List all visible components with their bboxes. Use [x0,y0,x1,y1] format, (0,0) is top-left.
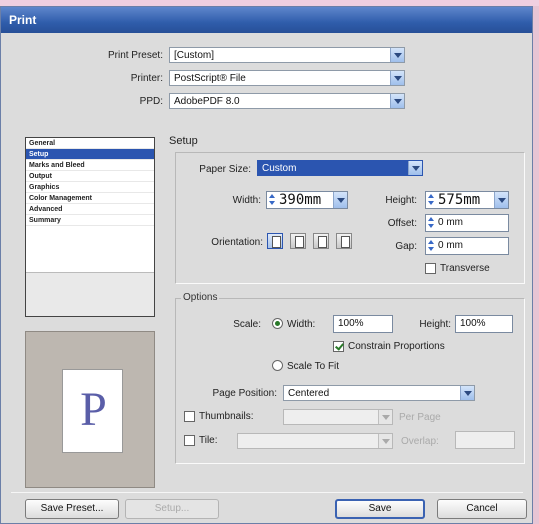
setup-section-title: Setup [169,135,198,147]
gap-value: 0 mm [438,240,463,251]
stepper-arrows-icon[interactable] [268,193,277,207]
scale-to-fit-label: Scale To Fit [287,361,340,372]
scale-width-radio[interactable] [272,318,283,329]
scale-width-input[interactable]: 100% [333,315,393,333]
category-item-general[interactable]: General [26,138,154,149]
category-item-graphics[interactable]: Graphics [26,182,154,193]
landscape-orientation-icon[interactable] [290,233,306,249]
stepper-arrows-icon[interactable] [427,239,436,253]
category-item-marks-and-bleed[interactable]: Marks and Bleed [26,160,154,171]
paper-size-value: Custom [262,163,297,174]
print-dialog: Print Print Preset: [Custom] Printer: Po… [0,6,533,524]
print-preset-dropdown[interactable]: [Custom] [169,47,405,63]
thumbnails-checkbox[interactable] [184,411,195,422]
constrain-proportions-checkbox[interactable] [333,341,344,352]
category-item-setup[interactable]: Setup [26,149,154,160]
portrait-orientation-icon[interactable] [267,233,283,249]
transverse-label: Transverse [440,263,490,274]
orientation-label: Orientation: [211,237,263,248]
thumbnails-label: Thumbnails: [199,411,254,422]
category-list: General Setup Marks and Bleed Output Gra… [25,137,155,317]
stepper-arrows-icon[interactable] [427,193,436,207]
chevron-down-icon [408,161,422,175]
printer-dropdown[interactable]: PostScript® File [169,70,405,86]
preview-letter: P [80,383,107,436]
scale-height-input[interactable]: 100% [455,315,513,333]
chevron-down-icon [378,434,392,448]
gap-stepper[interactable]: 0 mm [425,237,509,255]
preview-page: P [62,369,123,453]
print-preset-label: Print Preset: [107,50,163,61]
chevron-down-icon [390,48,404,62]
height-value: 575mm [438,192,481,208]
tile-mode-dropdown[interactable] [237,433,393,449]
printer-value: PostScript® File [174,73,246,84]
offset-label: Offset: [387,218,417,229]
ppd-value: AdobePDF 8.0 [174,96,240,107]
chevron-down-icon[interactable] [333,192,347,208]
save-button[interactable]: Save [335,499,425,519]
chevron-down-icon [460,386,474,400]
printer-label: Printer: [130,73,163,84]
scale-width-radio-label: Width: [287,319,316,330]
gap-label: Gap: [395,241,417,252]
offset-stepper[interactable]: 0 mm [425,214,509,232]
setup-button[interactable]: Setup... [125,499,219,519]
transverse-checkbox[interactable] [425,263,436,274]
category-item-summary[interactable]: Summary [26,215,154,226]
per-page-label: Per Page [399,412,441,423]
paper-size-dropdown[interactable]: Custom [257,160,423,176]
scale-to-fit-radio[interactable] [272,360,283,371]
ppd-label: PPD: [139,96,163,107]
category-item-output[interactable]: Output [26,171,154,182]
scale-height-label: Height: [419,319,451,330]
print-preview: P [25,331,155,488]
bottom-divider [11,492,523,493]
stepper-arrows-icon[interactable] [427,216,436,230]
options-section-title: Options [181,292,220,303]
page-position-label: Page Position: [212,388,278,399]
category-item-color-management[interactable]: Color Management [26,193,154,204]
dialog-title: Print [1,7,532,33]
width-label: Width: [232,195,261,206]
overlap-input[interactable] [455,431,515,449]
print-preset-value: [Custom] [174,50,215,61]
tile-label: Tile: [199,435,218,446]
reverse-portrait-orientation-icon[interactable] [313,233,329,249]
constrain-proportions-label: Constrain Proportions [348,341,445,352]
height-stepper[interactable]: 575mm [425,191,509,209]
save-preset-button[interactable]: Save Preset... [25,499,119,519]
chevron-down-icon [390,94,404,108]
thumbnails-per-page-dropdown[interactable] [283,409,393,425]
chevron-down-icon [378,410,392,424]
list-empty-area [26,272,154,316]
tile-checkbox[interactable] [184,435,195,446]
scale-label: Scale: [233,319,261,330]
overlap-label: Overlap: [401,436,439,447]
reverse-landscape-orientation-icon[interactable] [336,233,352,249]
cancel-button[interactable]: Cancel [437,499,527,519]
category-item-advanced[interactable]: Advanced [26,204,154,215]
page-position-value: Centered [288,388,330,399]
page-position-dropdown[interactable]: Centered [283,385,475,401]
chevron-down-icon [390,71,404,85]
width-value: 390mm [279,192,322,208]
height-label: Height: [385,195,417,206]
offset-value: 0 mm [438,217,463,228]
chevron-down-icon[interactable] [494,192,508,208]
paper-size-label: Paper Size: [199,164,251,175]
width-stepper[interactable]: 390mm [266,191,348,209]
ppd-dropdown[interactable]: AdobePDF 8.0 [169,93,405,109]
